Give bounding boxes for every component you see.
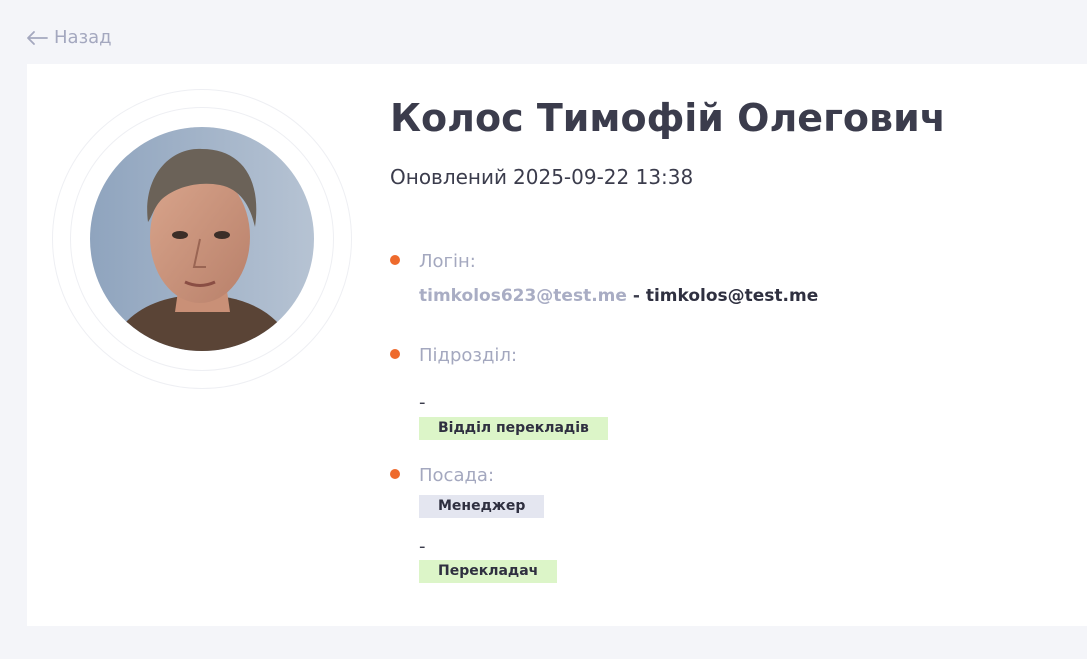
updated-value: 2025-09-22 13:38	[513, 165, 694, 189]
position-label: Посада:	[419, 465, 495, 486]
updated-label: Оновлений	[390, 165, 508, 189]
department-bullet-dot	[390, 349, 400, 359]
login-separator: -	[626, 286, 646, 306]
avatar	[52, 89, 352, 389]
login-bullet-dot	[390, 255, 400, 265]
login-label: Логін:	[419, 251, 476, 272]
back-link[interactable]: Назад	[26, 27, 112, 48]
login-values: timkolos623@test.me - timkolos@test.me	[419, 286, 818, 306]
department-tag: Відділ перекладів	[419, 417, 608, 440]
login-secondary-email: timkolos@test.me	[645, 286, 819, 306]
avatar-photo	[90, 127, 314, 351]
department-label: Підрозділ:	[419, 345, 518, 366]
position-tag-manager: Менеджер	[419, 495, 545, 518]
profile-name: Колос Тимофій Олегович	[390, 96, 946, 140]
position-dash: -	[419, 536, 426, 557]
profile-card: Колос Тимофій Олегович Оновлений 2025-09-…	[27, 64, 1087, 626]
login-primary-email: timkolos623@test.me	[419, 286, 627, 306]
arrow-left-icon	[26, 30, 48, 46]
department-dash: -	[419, 392, 426, 413]
updated-timestamp: Оновлений 2025-09-22 13:38	[390, 165, 693, 189]
position-tag-translator: Перекладач	[419, 560, 558, 583]
back-label: Назад	[54, 27, 112, 48]
position-bullet-dot	[390, 469, 400, 479]
